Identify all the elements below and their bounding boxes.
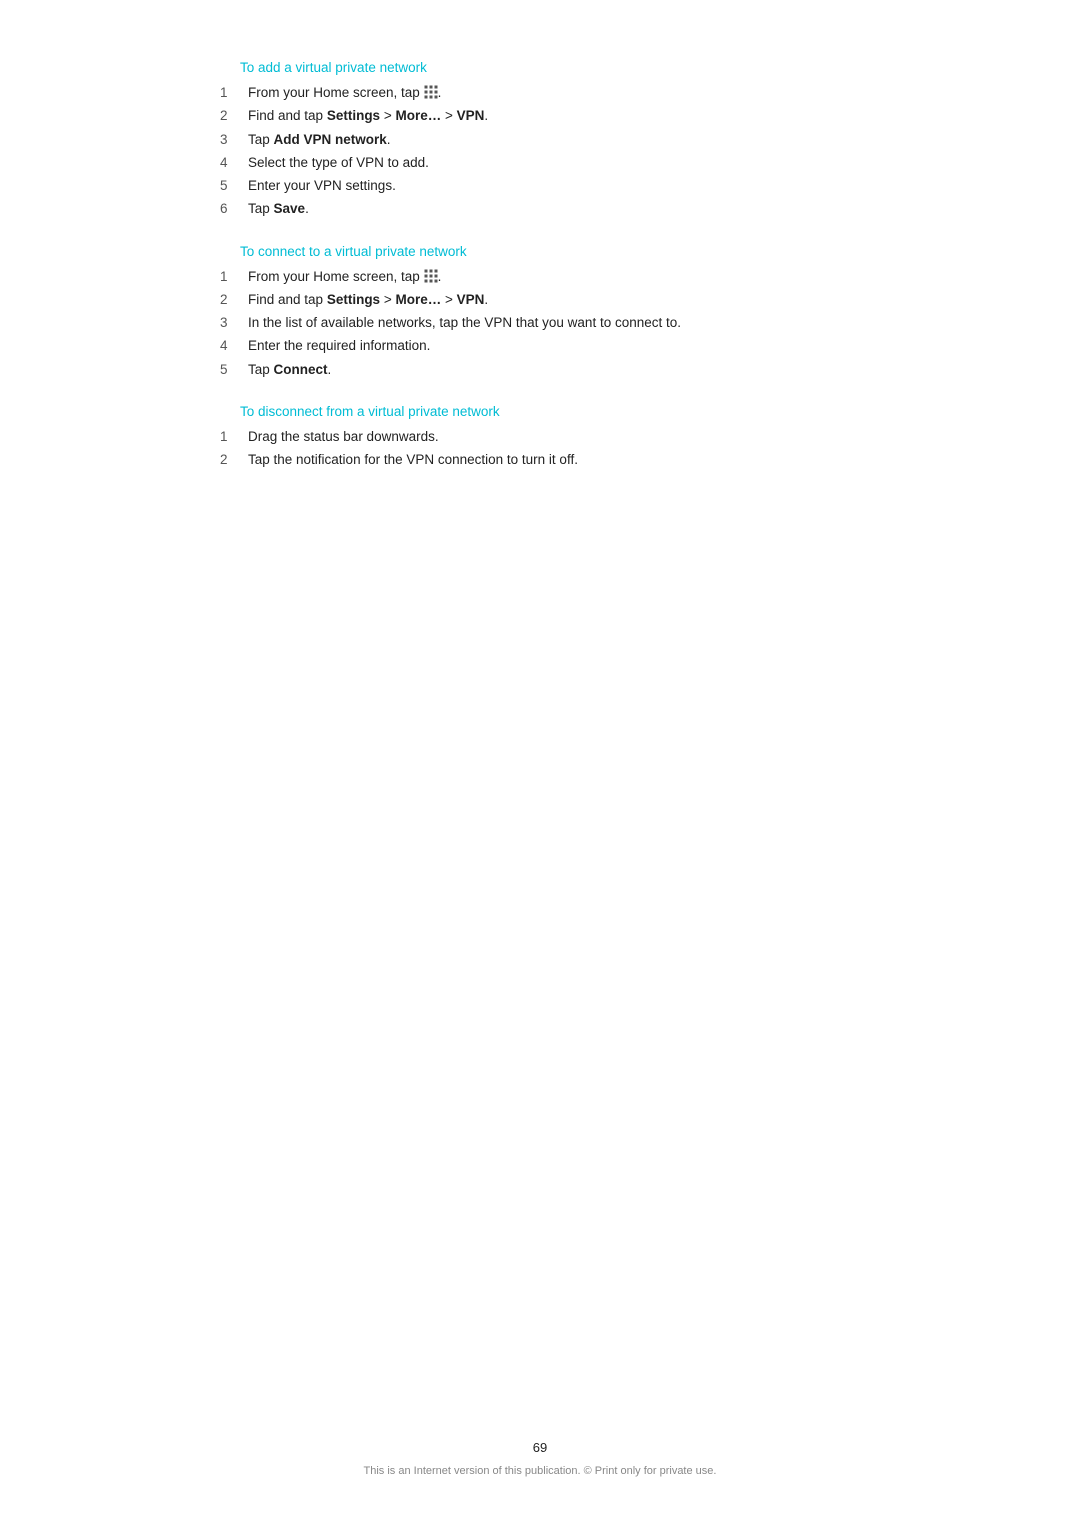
step-number: 5	[220, 176, 248, 196]
list-item: 6Tap Save.	[220, 199, 900, 219]
list-item: 2Tap the notification for the VPN connec…	[220, 450, 900, 470]
step-text: In the list of available networks, tap t…	[248, 313, 900, 333]
step-number: 5	[220, 360, 248, 380]
step-number: 4	[220, 336, 248, 356]
section-title-connect-vpn: To connect to a virtual private network	[240, 244, 900, 259]
list-item: 4Enter the required information.	[220, 336, 900, 356]
bold-text: VPN	[457, 108, 485, 123]
section-disconnect-vpn: To disconnect from a virtual private net…	[180, 404, 900, 471]
section-connect-vpn: To connect to a virtual private network 1…	[180, 244, 900, 380]
list-item: 1Drag the status bar downwards.	[220, 427, 900, 447]
step-number: 2	[220, 290, 248, 310]
step-number: 3	[220, 313, 248, 333]
step-number: 2	[220, 106, 248, 126]
numbered-list-connect-vpn: 1From your Home screen, tap .2Find and t…	[220, 267, 900, 380]
step-text: Enter the required information.	[248, 336, 900, 356]
section-title-add-vpn: To add a virtual private network	[240, 60, 900, 75]
step-text: Tap Save.	[248, 199, 900, 219]
step-number: 4	[220, 153, 248, 173]
section-add-vpn: To add a virtual private network 1From yo…	[180, 60, 900, 220]
step-text: Tap the notification for the VPN connect…	[248, 450, 900, 470]
step-number: 1	[220, 83, 248, 103]
list-item: 1From your Home screen, tap .	[220, 83, 900, 103]
list-item: 4Select the type of VPN to add.	[220, 153, 900, 173]
page-container: To add a virtual private network1From yo…	[0, 0, 1080, 1527]
step-text: Tap Add VPN network.	[248, 130, 900, 150]
footer-copyright: This is an Internet version of this publ…	[364, 1465, 717, 1477]
page-number: 69	[0, 1440, 1080, 1455]
bold-text: More…	[395, 108, 441, 123]
step-text: Tap Connect.	[248, 360, 900, 380]
step-text: Find and tap Settings > More… > VPN.	[248, 106, 900, 126]
numbered-list-add-vpn: 1From your Home screen, tap .2Find and t…	[220, 83, 900, 220]
step-text: From your Home screen, tap .	[248, 267, 900, 287]
bold-text: Settings	[327, 292, 380, 307]
step-text: Find and tap Settings > More… > VPN.	[248, 290, 900, 310]
bold-text: Save	[274, 201, 306, 216]
bold-text: More…	[395, 292, 441, 307]
content-area: To add a virtual private network1From yo…	[180, 60, 900, 470]
list-item: 2Find and tap Settings > More… > VPN.	[220, 106, 900, 126]
step-number: 1	[220, 427, 248, 447]
apps-grid-icon	[424, 85, 438, 99]
list-item: 5Enter your VPN settings.	[220, 176, 900, 196]
numbered-list-disconnect-vpn: 1Drag the status bar downwards.2Tap the …	[220, 427, 900, 471]
apps-grid-icon	[424, 269, 438, 283]
list-item: 3Tap Add VPN network.	[220, 130, 900, 150]
step-text: From your Home screen, tap .	[248, 83, 900, 103]
list-item: 2Find and tap Settings > More… > VPN.	[220, 290, 900, 310]
section-title-disconnect-vpn: To disconnect from a virtual private net…	[240, 404, 900, 419]
step-text: Select the type of VPN to add.	[248, 153, 900, 173]
bold-text: Add VPN network	[274, 132, 387, 147]
step-text: Enter your VPN settings.	[248, 176, 900, 196]
bold-text: VPN	[457, 292, 485, 307]
step-number: 1	[220, 267, 248, 287]
page-footer: 69 This is an Internet version of this p…	[0, 1440, 1080, 1477]
bold-text: Settings	[327, 108, 380, 123]
bold-text: Connect	[274, 362, 328, 377]
list-item: 5Tap Connect.	[220, 360, 900, 380]
step-number: 2	[220, 450, 248, 470]
list-item: 3In the list of available networks, tap …	[220, 313, 900, 333]
step-text: Drag the status bar downwards.	[248, 427, 900, 447]
step-number: 6	[220, 199, 248, 219]
step-number: 3	[220, 130, 248, 150]
list-item: 1From your Home screen, tap .	[220, 267, 900, 287]
